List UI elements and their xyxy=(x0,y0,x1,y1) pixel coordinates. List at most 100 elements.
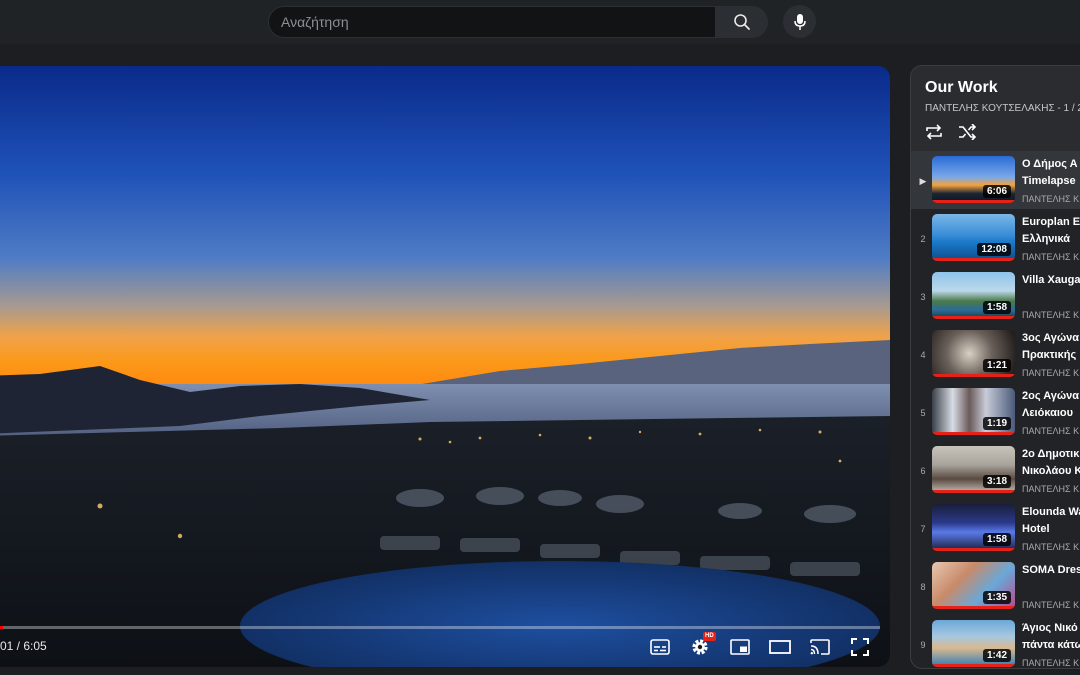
video-title-line-2: Timelapse xyxy=(1022,175,1076,187)
video-title-line-2: Λειόκαιου xyxy=(1022,407,1074,419)
video-channel: ΠΑΝΤΕΛΗΣ Κ xyxy=(1022,484,1080,494)
video-duration: 3:18 xyxy=(982,475,1011,488)
video-duration: 1:21 xyxy=(982,359,1011,372)
video-duration: 1:19 xyxy=(982,417,1011,430)
settings-button[interactable]: HD xyxy=(688,632,716,658)
video-thumbnail[interactable]: 1:21 xyxy=(932,330,1015,377)
subtitles-icon xyxy=(650,639,670,655)
video-duration: 1:58 xyxy=(982,301,1011,314)
video-duration: 6:06 xyxy=(982,185,1011,198)
playlist-item[interactable]: 8 1:35 SOMA Dres ΠΑΝΤΕΛΗΣ Κ xyxy=(911,557,1080,615)
theater-mode-icon xyxy=(769,640,791,654)
watched-bar xyxy=(932,548,1015,551)
video-title-line-1: SOMA Dres xyxy=(1022,564,1080,576)
masthead: Αναζήτηση xyxy=(0,0,1080,44)
search-button[interactable] xyxy=(716,6,768,38)
miniplayer-button[interactable] xyxy=(728,636,752,658)
playlist-item[interactable]: 5 1:19 2ος Αγώνα Λειόκαιου ΠΑΝΤΕΛΗΣ Κ xyxy=(911,383,1080,441)
playlist-item-index: 4 xyxy=(920,350,926,360)
shuffle-button[interactable] xyxy=(957,122,979,142)
video-title-line-1: Άγιος Νικό xyxy=(1022,622,1078,634)
video-frame xyxy=(0,66,890,667)
fullscreen-icon xyxy=(851,638,869,656)
video-channel: ΠΑΝΤΕΛΗΣ Κ xyxy=(1022,310,1080,320)
cast-button[interactable] xyxy=(808,636,832,658)
watched-bar xyxy=(932,664,1015,667)
loop-button[interactable] xyxy=(923,122,945,142)
video-duration: 1:58 xyxy=(982,533,1011,546)
video-title[interactable]: Ο Δήμος Α Timelapse xyxy=(1022,156,1080,190)
fullscreen-button[interactable] xyxy=(848,636,872,658)
video-title[interactable]: Elounda Wa Hotel xyxy=(1022,504,1080,538)
watched-bar xyxy=(932,200,1015,203)
video-channel: ΠΑΝΤΕΛΗΣ Κ xyxy=(1022,600,1080,610)
voice-search-button[interactable] xyxy=(783,5,816,38)
playlist-title[interactable]: Our Work xyxy=(925,79,998,97)
playlist-item[interactable]: 2 12:08 Europlan E Ελληνικά ΠΑΝΤΕΛΗΣ Κ xyxy=(911,209,1080,267)
playlist-item-index: 9 xyxy=(920,640,926,650)
hd-badge: HD xyxy=(703,632,716,641)
video-channel: ΠΑΝΤΕΛΗΣ Κ xyxy=(1022,368,1080,378)
playlist-item-index: 3 xyxy=(920,292,926,302)
video-title[interactable]: Villa Xauga xyxy=(1022,272,1080,289)
playlist-item[interactable]: 3 1:58 Villa Xauga ΠΑΝΤΕΛΗΣ Κ xyxy=(911,267,1080,325)
video-channel: ΠΑΝΤΕΛΗΣ Κ xyxy=(1022,542,1080,552)
video-title-line-2: Πρακτικής xyxy=(1022,349,1077,361)
microphone-icon xyxy=(793,13,806,30)
playlist-subtitle: ΠΑΝΤΕΛΗΣ ΚΟΥΤΣΕΛΑΚΗΣ - 1 / 2 xyxy=(925,103,1080,114)
playlist-item-index: 7 xyxy=(920,524,926,534)
video-channel: ΠΑΝΤΕΛΗΣ Κ xyxy=(1022,194,1080,204)
playlist-item[interactable]: ▶ 6:06 Ο Δήμος Α Timelapse ΠΑΝΤΕΛΗΣ Κ xyxy=(911,151,1080,209)
video-title[interactable]: 3ος Αγώνα Πρακτικής xyxy=(1022,330,1080,364)
video-title-line-1: 2ο Δημοτικ xyxy=(1022,448,1080,460)
progress-bar[interactable] xyxy=(0,626,880,629)
video-title-line-1: Europlan E xyxy=(1022,216,1080,228)
video-channel: ΠΑΝΤΕΛΗΣ Κ xyxy=(1022,426,1080,436)
time-display: 01 / 6:05 xyxy=(0,639,47,653)
search-input[interactable]: Αναζήτηση xyxy=(268,6,716,38)
playlist-item[interactable]: 9 1:42 Άγιος Νικό πάντα κάτω ΠΑΝΤΕΛΗΣ Κ xyxy=(911,615,1080,668)
cast-icon xyxy=(810,639,830,655)
playlist-item[interactable]: 6 3:18 2ο Δημοτικ Νικολάου Κ ΠΑΝΤΕΛΗΣ Κ xyxy=(911,441,1080,499)
loop-icon xyxy=(926,124,942,140)
playlist-item[interactable]: 7 1:58 Elounda Wa Hotel ΠΑΝΤΕΛΗΣ Κ xyxy=(911,499,1080,557)
video-thumbnail[interactable]: 1:35 xyxy=(932,562,1015,609)
video-title-line-2: Ελληνικά xyxy=(1022,233,1070,245)
search-icon xyxy=(734,14,750,30)
video-thumbnail[interactable]: 3:18 xyxy=(932,446,1015,493)
video-title-line-1: 3ος Αγώνα xyxy=(1022,332,1080,344)
video-title[interactable]: SOMA Dres xyxy=(1022,562,1080,579)
playlist-item-index: 2 xyxy=(920,234,926,244)
video-title-line-1: Ο Δήμος Α xyxy=(1022,158,1078,170)
watched-bar xyxy=(932,374,1015,377)
video-thumbnail[interactable]: 1:58 xyxy=(932,504,1015,551)
playlist-item-index: 5 xyxy=(920,408,926,418)
video-title[interactable]: 2ος Αγώνα Λειόκαιου xyxy=(1022,388,1080,422)
video-title[interactable]: Άγιος Νικό πάντα κάτω xyxy=(1022,620,1080,654)
subtitles-button[interactable] xyxy=(648,636,672,658)
playlist-item-index: 8 xyxy=(920,582,926,592)
video-duration: 12:08 xyxy=(977,243,1011,256)
theater-mode-button[interactable] xyxy=(768,636,792,658)
playlist-header: Our Work ΠΑΝΤΕΛΗΣ ΚΟΥΤΣΕΛΑΚΗΣ - 1 / 2 xyxy=(911,66,1080,151)
video-duration: 1:35 xyxy=(982,591,1011,604)
watched-bar xyxy=(932,432,1015,435)
video-channel: ΠΑΝΤΕΛΗΣ Κ xyxy=(1022,252,1080,262)
video-thumbnail[interactable]: 1:42 xyxy=(932,620,1015,667)
video-title[interactable]: Europlan E Ελληνικά xyxy=(1022,214,1080,248)
video-thumbnail[interactable]: 1:58 xyxy=(932,272,1015,319)
playlist-item[interactable]: 4 1:21 3ος Αγώνα Πρακτικής ΠΑΝΤΕΛΗΣ Κ xyxy=(911,325,1080,383)
video-title[interactable]: 2ο Δημοτικ Νικολάου Κ xyxy=(1022,446,1080,480)
video-title-line-1: Elounda Wa xyxy=(1022,506,1080,518)
video-channel: ΠΑΝΤΕΛΗΣ Κ xyxy=(1022,658,1080,668)
video-thumbnail[interactable]: 1:19 xyxy=(932,388,1015,435)
playlist-item-index: 6 xyxy=(920,466,926,476)
video-player[interactable]: 01 / 6:05 HD xyxy=(0,66,890,667)
watched-bar xyxy=(932,490,1015,493)
video-thumbnail[interactable]: 6:06 xyxy=(932,156,1015,203)
miniplayer-icon xyxy=(730,639,750,655)
video-title-line-2: Νικολάου Κ xyxy=(1022,465,1080,477)
watched-bar xyxy=(932,606,1015,609)
video-title-line-1: Villa Xauga xyxy=(1022,274,1080,286)
video-thumbnail[interactable]: 12:08 xyxy=(932,214,1015,261)
